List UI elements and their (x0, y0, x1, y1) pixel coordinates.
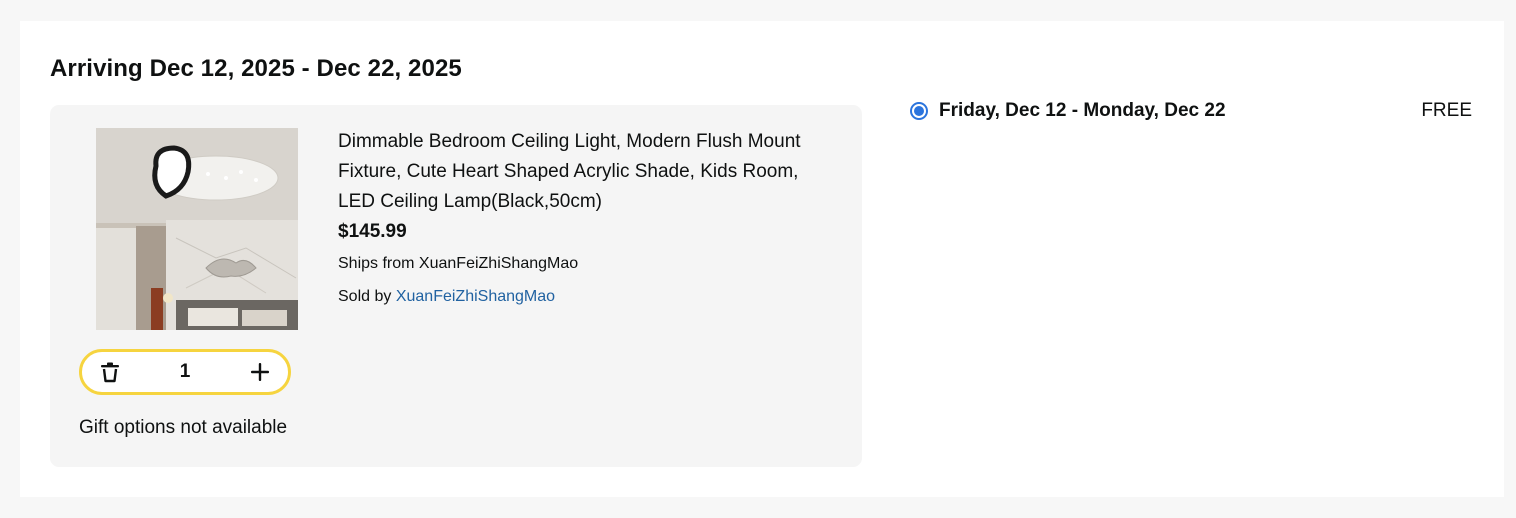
delivery-group-card: Arriving Dec 12, 2025 - Dec 22, 2025 Dim… (20, 21, 1504, 497)
delivery-option-radio[interactable] (910, 102, 928, 120)
radio-selected-dot (914, 106, 924, 116)
delivery-option-label[interactable]: Friday, Dec 12 - Monday, Dec 22 (939, 100, 1421, 122)
product-title[interactable]: Dimmable Bedroom Ceiling Light, Modern F… (338, 127, 838, 217)
sold-by: Sold by XuanFeiZhiShangMao (338, 286, 838, 308)
cart-item: Dimmable Bedroom Ceiling Light, Modern F… (50, 105, 862, 467)
seller-link[interactable]: XuanFeiZhiShangMao (396, 288, 555, 305)
delivery-option-price: FREE (1421, 100, 1472, 121)
trash-icon (101, 362, 119, 383)
ships-from-label: Ships from (338, 255, 415, 272)
product-price: $145.99 (338, 221, 407, 242)
increase-quantity-button[interactable] (246, 358, 274, 386)
product-image[interactable] (96, 128, 298, 330)
quantity-stepper: 1 (79, 349, 291, 395)
quantity-value: 1 (179, 361, 191, 382)
gift-options-text: Gift options not available (79, 417, 288, 438)
ceiling-light-photo (96, 128, 298, 330)
arrival-heading: Arriving Dec 12, 2025 - Dec 22, 2025 (50, 55, 462, 82)
ships-from-value: XuanFeiZhiShangMao (418, 255, 579, 272)
ships-from: Ships from XuanFeiZhiShangMao (338, 253, 838, 275)
delete-item-button[interactable] (96, 358, 124, 386)
plus-icon (251, 363, 269, 381)
sold-by-label: Sold by (338, 288, 392, 305)
delivery-option[interactable]: Friday, Dec 12 - Monday, Dec 22 FREE (910, 99, 1472, 123)
item-details: Dimmable Bedroom Ceiling Light, Modern F… (338, 127, 838, 308)
